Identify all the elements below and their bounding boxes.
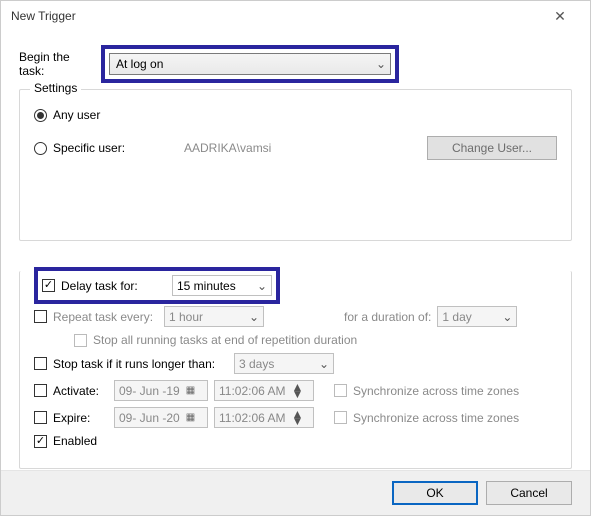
checkbox-icon	[34, 411, 47, 424]
activate-date-input[interactable]: 09- Jun -19 ▦	[114, 380, 208, 401]
duration-value: 1 day	[442, 310, 496, 324]
activate-time-value: 11:02:06 AM	[219, 384, 286, 398]
begin-task-highlight: At log on ⌄	[101, 45, 399, 83]
cancel-button[interactable]: Cancel	[486, 481, 572, 505]
any-user-label: Any user	[53, 108, 100, 122]
begin-task-select[interactable]: At log on ⌄	[109, 53, 391, 75]
begin-task-value: At log on	[116, 57, 370, 71]
ok-button[interactable]: OK	[392, 481, 478, 505]
calendar-icon: ▦	[186, 385, 195, 396]
window-title: New Trigger	[11, 9, 540, 23]
settings-group: Settings Any user Specific user: AADRIKA…	[19, 89, 572, 241]
chevron-down-icon: ⌄	[502, 310, 512, 324]
checkbox-icon: ✓	[34, 435, 47, 448]
delay-task-checkbox[interactable]: ✓ Delay task for:	[42, 279, 172, 293]
stop-if-checkbox[interactable]: Stop task if it runs longer than:	[34, 357, 234, 371]
duration-label: for a duration of:	[344, 310, 431, 324]
expire-checkbox[interactable]: Expire:	[34, 411, 114, 425]
spinner-icon: ▲▼	[292, 411, 304, 425]
stop-if-value: 3 days	[239, 357, 313, 371]
titlebar: New Trigger ✕	[1, 1, 590, 31]
stop-repetition-label: Stop all running tasks at end of repetit…	[93, 333, 357, 347]
change-user-button[interactable]: Change User...	[427, 136, 557, 160]
stop-repetition-checkbox[interactable]: Stop all running tasks at end of repetit…	[74, 333, 357, 347]
activate-checkbox[interactable]: Activate:	[34, 384, 114, 398]
duration-select[interactable]: 1 day ⌄	[437, 306, 517, 327]
advanced-group: ✓ Delay task for: 15 minutes ⌄ Repeat ta…	[19, 271, 572, 469]
new-trigger-dialog: New Trigger ✕ Begin the task: At log on …	[0, 0, 591, 516]
repeat-task-checkbox[interactable]: Repeat task every:	[34, 310, 164, 324]
activate-sync-checkbox[interactable]: Synchronize across time zones	[334, 384, 519, 398]
expire-sync-label: Synchronize across time zones	[353, 411, 519, 425]
specific-user-value: AADRIKA\vamsi	[184, 141, 384, 155]
delay-task-select[interactable]: 15 minutes ⌄	[172, 275, 272, 296]
chevron-down-icon: ⌄	[257, 279, 267, 293]
radio-icon	[34, 142, 47, 155]
activate-label: Activate:	[53, 384, 99, 398]
expire-date-value: 09- Jun -20	[119, 411, 180, 425]
activate-time-input[interactable]: 11:02:06 AM ▲▼	[214, 380, 314, 401]
delay-highlight: ✓ Delay task for: 15 minutes ⌄	[34, 267, 280, 304]
radio-icon	[34, 109, 47, 122]
repeat-task-value: 1 hour	[169, 310, 243, 324]
spinner-icon: ▲▼	[292, 384, 304, 398]
checkbox-icon	[74, 334, 87, 347]
specific-user-label: Specific user:	[53, 141, 125, 155]
any-user-radio[interactable]: Any user	[34, 108, 100, 122]
stop-if-select[interactable]: 3 days ⌄	[234, 353, 334, 374]
checkbox-icon	[34, 384, 47, 397]
settings-legend: Settings	[30, 81, 81, 95]
specific-user-radio[interactable]: Specific user:	[34, 141, 184, 155]
stop-if-label: Stop task if it runs longer than:	[53, 357, 215, 371]
checkbox-icon	[334, 411, 347, 424]
repeat-task-select[interactable]: 1 hour ⌄	[164, 306, 264, 327]
chevron-down-icon: ⌄	[319, 357, 329, 371]
expire-date-input[interactable]: 09- Jun -20 ▦	[114, 407, 208, 428]
expire-time-input[interactable]: 11:02:06 AM ▲▼	[214, 407, 314, 428]
dialog-footer: OK Cancel	[1, 470, 590, 515]
checkbox-icon	[34, 357, 47, 370]
expire-label: Expire:	[53, 411, 90, 425]
activate-sync-label: Synchronize across time zones	[353, 384, 519, 398]
checkbox-icon: ✓	[42, 279, 55, 292]
activate-date-value: 09- Jun -19	[119, 384, 180, 398]
expire-time-value: 11:02:06 AM	[219, 411, 286, 425]
close-icon[interactable]: ✕	[540, 8, 580, 25]
checkbox-icon	[334, 384, 347, 397]
delay-task-value: 15 minutes	[177, 279, 251, 293]
enabled-checkbox[interactable]: ✓ Enabled	[34, 434, 97, 448]
calendar-icon: ▦	[186, 412, 195, 423]
repeat-task-label: Repeat task every:	[53, 310, 153, 324]
chevron-down-icon: ⌄	[249, 310, 259, 324]
expire-sync-checkbox[interactable]: Synchronize across time zones	[334, 411, 519, 425]
delay-task-label: Delay task for:	[61, 279, 138, 293]
begin-task-label: Begin the task:	[19, 50, 97, 78]
enabled-label: Enabled	[53, 434, 97, 448]
checkbox-icon	[34, 310, 47, 323]
chevron-down-icon: ⌄	[376, 57, 386, 71]
